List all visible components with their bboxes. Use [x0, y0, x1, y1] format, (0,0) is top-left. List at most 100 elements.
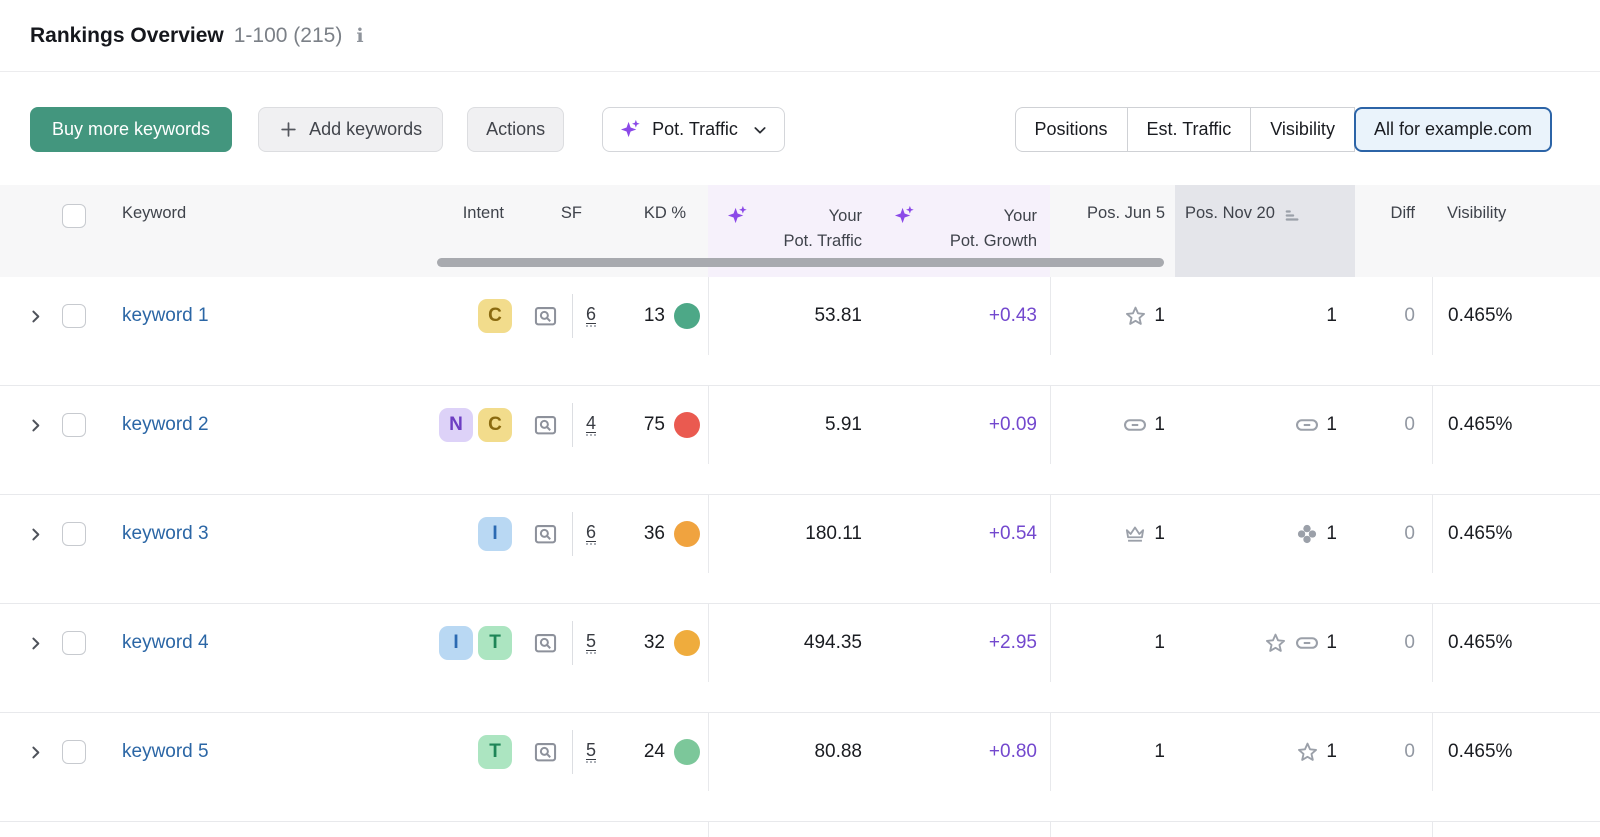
intent-badge-C[interactable]: C [478, 408, 512, 442]
divider [572, 294, 573, 338]
pos-first-value: 1 [1154, 414, 1165, 436]
kd-value: 36 [644, 523, 665, 545]
intent-badge-C[interactable]: C [478, 299, 512, 333]
buy-more-keywords-button[interactable]: Buy more keywords [30, 107, 232, 152]
diff-cell: 0 [1355, 386, 1432, 464]
kd-difficulty-dot [674, 521, 700, 547]
serp-features-icon[interactable] [532, 303, 559, 330]
expand-row-button[interactable] [0, 495, 52, 573]
kd-cell: 32 [596, 604, 708, 682]
keyword-link[interactable]: keyword 5 [122, 741, 209, 763]
toolbar: Buy more keywords Add keywords Actions P… [30, 107, 1600, 152]
row-checkbox[interactable] [62, 304, 86, 328]
star-icon [1123, 304, 1148, 329]
visibility-cell: 0.465% [1432, 713, 1600, 791]
sf-count[interactable]: 5 [586, 741, 596, 763]
table-row: keyword 5 T 5 24 80.88 +0.80 1 1 0 [0, 713, 1600, 822]
row-checkbox-cell [52, 713, 96, 791]
pot-traffic-value: 53.81 [814, 305, 862, 327]
diff-value: 0 [1404, 523, 1415, 545]
serp-features-icon[interactable] [532, 739, 559, 766]
divider [572, 621, 573, 665]
page-header: Rankings Overview 1-100 (215) i [0, 0, 1600, 72]
divider [572, 512, 573, 556]
kd-cell: 36 [596, 495, 708, 573]
keyword-link[interactable]: keyword 1 [122, 305, 209, 327]
select-all-checkbox[interactable] [62, 204, 86, 228]
keyword-cell: keyword 4 [96, 604, 382, 682]
intent-badge-I[interactable]: I [478, 517, 512, 551]
pot-growth-value: +2.95 [989, 632, 1037, 654]
sf-cell: 5 [512, 604, 596, 682]
divider [572, 730, 573, 774]
table-header: Keyword Intent SF KD % YourPot. Traffic … [0, 185, 1600, 277]
column-pos-last[interactable]: Pos. Nov 20 [1175, 185, 1355, 277]
row-checkbox-cell [52, 386, 96, 464]
pot-traffic-cell: 53.81 [708, 277, 880, 355]
kd-value: 13 [644, 305, 665, 327]
metric-dropdown[interactable]: Pot. Traffic [602, 107, 785, 152]
pot-traffic-value: 80.88 [814, 741, 862, 763]
serp-features-icon[interactable] [532, 630, 559, 657]
pot-growth-cell: +2.95 [880, 604, 1050, 682]
pos-last-cell: 1 [1175, 386, 1355, 464]
intent-cell: T [382, 713, 512, 791]
diff-cell: 0 [1355, 277, 1432, 355]
actions-button[interactable]: Actions [467, 107, 564, 152]
table-row: keyword 4 IT 5 32 494.35 +2.95 1 1 0 [0, 604, 1600, 713]
intent-badge-N[interactable]: N [439, 408, 473, 442]
link-icon [1294, 630, 1320, 656]
column-visibility[interactable]: Visibility [1432, 185, 1600, 277]
pos-first-value: 1 [1154, 741, 1165, 763]
tab-positions[interactable]: Positions [1015, 107, 1128, 152]
column-diff[interactable]: Diff [1355, 185, 1432, 277]
sort-descending-icon[interactable] [1284, 207, 1301, 224]
keyword-link[interactable]: keyword 2 [122, 414, 209, 436]
add-keywords-button[interactable]: Add keywords [258, 107, 443, 152]
kd-difficulty-dot [674, 412, 700, 438]
keyword-cell: keyword 3 [96, 495, 382, 573]
sf-cell: 4 [512, 386, 596, 464]
row-checkbox[interactable] [62, 631, 86, 655]
serp-features-icon[interactable] [532, 412, 559, 439]
pos-last-cell: 1 [1175, 604, 1355, 682]
sf-count[interactable]: 6 [586, 305, 596, 327]
serp-features-icon[interactable] [532, 521, 559, 548]
visibility-value: 0.465% [1448, 741, 1512, 763]
row-checkbox[interactable] [62, 740, 86, 764]
intent-badge-T[interactable]: T [478, 626, 512, 660]
pos-last-value: 1 [1326, 741, 1337, 763]
tab-est-traffic[interactable]: Est. Traffic [1127, 107, 1252, 152]
star-icon [1263, 631, 1288, 656]
intent-badge-T[interactable]: T [478, 735, 512, 769]
visibility-value: 0.465% [1448, 414, 1512, 436]
intent-badge-I[interactable]: I [439, 626, 473, 660]
sf-count[interactable]: 6 [586, 523, 596, 545]
expand-row-button[interactable] [0, 386, 52, 464]
table-body: keyword 1 C 6 13 53.81 +0.43 1 1 0 [0, 277, 1600, 837]
diff-cell: 0 [1355, 713, 1432, 791]
keyword-link[interactable]: keyword 4 [122, 632, 209, 654]
sf-count[interactable]: 4 [586, 414, 596, 436]
keyword-link[interactable]: keyword 3 [122, 523, 209, 545]
tab-all-for-example-com[interactable]: All for example.com [1354, 107, 1552, 152]
select-all-checkbox-cell[interactable] [52, 185, 96, 277]
visibility-cell: 0.465% [1432, 277, 1600, 355]
row-checkbox[interactable] [62, 413, 86, 437]
expand-row-button[interactable] [0, 604, 52, 682]
column-keyword[interactable]: Keyword [96, 185, 382, 277]
horizontal-scrollbar-thumb[interactable] [437, 258, 1164, 267]
row-checkbox-cell [52, 495, 96, 573]
tab-visibility[interactable]: Visibility [1250, 107, 1355, 152]
sf-count[interactable]: 5 [586, 632, 596, 654]
expand-row-button[interactable] [0, 713, 52, 791]
pot-traffic-value: 494.35 [804, 632, 862, 654]
expand-row-button[interactable] [0, 277, 52, 355]
clover-icon [1294, 521, 1320, 547]
pos-first-cell: 1 [1050, 604, 1175, 682]
visibility-cell: 0.465% [1432, 604, 1600, 682]
info-icon[interactable]: i [356, 25, 363, 47]
pos-last-value: 1 [1326, 305, 1337, 327]
row-checkbox[interactable] [62, 522, 86, 546]
visibility-value: 0.465% [1448, 523, 1512, 545]
